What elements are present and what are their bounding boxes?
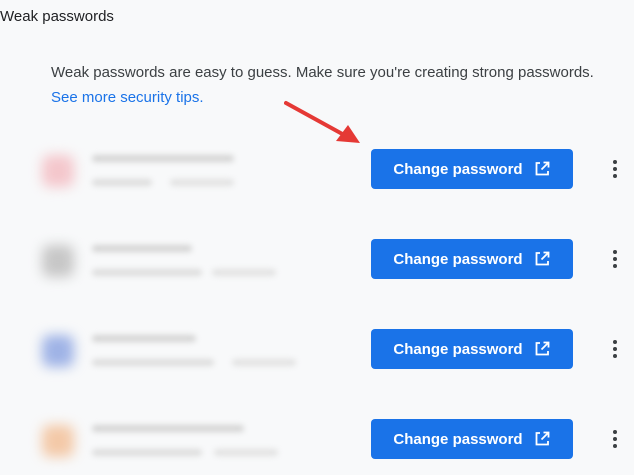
blurred-site-name bbox=[92, 335, 196, 342]
blurred-password bbox=[212, 269, 276, 276]
section-title: Weak passwords bbox=[0, 8, 114, 25]
site-favicon-icon bbox=[42, 425, 74, 457]
password-row: Change password bbox=[0, 329, 634, 389]
blurred-site-name bbox=[92, 425, 244, 432]
change-password-button[interactable]: Change password bbox=[371, 419, 573, 459]
open-in-new-icon bbox=[535, 431, 549, 446]
password-row: Change password bbox=[0, 419, 634, 475]
blurred-username bbox=[92, 359, 214, 366]
more-actions-icon[interactable] bbox=[604, 425, 626, 453]
blurred-password bbox=[170, 179, 234, 186]
site-favicon-icon bbox=[42, 245, 74, 277]
site-favicon-icon bbox=[42, 155, 74, 187]
blurred-password bbox=[232, 359, 296, 366]
annotation-arrow-icon bbox=[284, 101, 360, 143]
blurred-site-name bbox=[92, 155, 234, 162]
blurred-password bbox=[214, 449, 278, 456]
open-in-new-icon bbox=[535, 161, 549, 176]
change-password-button[interactable]: Change password bbox=[371, 239, 573, 279]
change-password-button[interactable]: Change password bbox=[371, 149, 573, 189]
blurred-username bbox=[92, 269, 202, 276]
password-row: Change password bbox=[0, 149, 634, 209]
open-in-new-icon bbox=[535, 251, 549, 266]
change-password-label: Change password bbox=[393, 430, 523, 448]
blurred-username bbox=[92, 179, 152, 186]
open-in-new-icon bbox=[535, 341, 549, 356]
weak-passwords-description: Weak passwords are easy to guess. Make s… bbox=[51, 64, 594, 81]
blurred-site-name bbox=[92, 245, 192, 252]
site-favicon-icon bbox=[42, 335, 74, 367]
change-password-label: Change password bbox=[393, 340, 523, 358]
more-actions-icon[interactable] bbox=[604, 245, 626, 273]
change-password-label: Change password bbox=[393, 160, 523, 178]
change-password-label: Change password bbox=[393, 250, 523, 268]
more-actions-icon[interactable] bbox=[604, 155, 626, 183]
change-password-button[interactable]: Change password bbox=[371, 329, 573, 369]
more-actions-icon[interactable] bbox=[604, 335, 626, 363]
blurred-username bbox=[92, 449, 202, 456]
password-row: Change password bbox=[0, 239, 634, 299]
security-tips-link[interactable]: See more security tips. bbox=[51, 89, 204, 106]
